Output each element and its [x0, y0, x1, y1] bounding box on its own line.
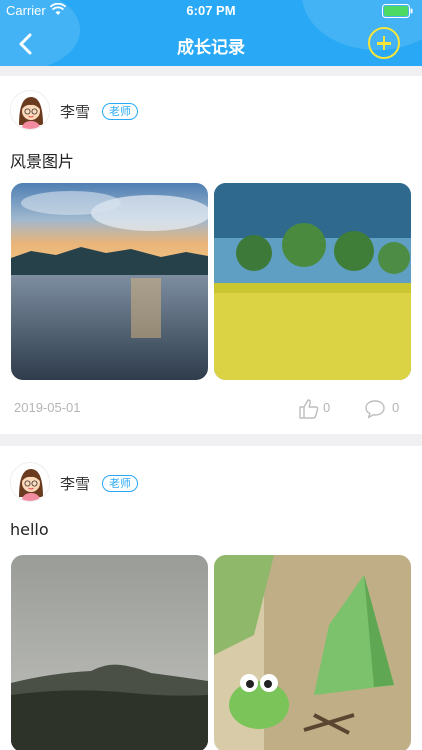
- post-image[interactable]: [11, 555, 208, 750]
- post-image[interactable]: [214, 183, 411, 380]
- avatar[interactable]: [10, 90, 50, 130]
- post-text: 风景图片: [10, 152, 75, 171]
- nav-bar: 成长记录: [0, 22, 422, 66]
- status-time: 6:07 PM: [186, 3, 236, 18]
- foggy-hill-photo: [11, 555, 208, 750]
- cartoon-frog-tent-photo: [214, 555, 411, 750]
- page-title: 成长记录: [177, 38, 245, 58]
- post-image[interactable]: [214, 555, 411, 750]
- avatar[interactable]: [10, 462, 50, 502]
- post-card: 李雪 老师 hello: [0, 446, 422, 750]
- battery-icon: [382, 4, 414, 18]
- like-button[interactable]: [298, 398, 319, 419]
- teacher-avatar-icon: [11, 463, 49, 501]
- author-name: 李雪: [60, 475, 91, 493]
- role-badge: 老师: [102, 475, 138, 492]
- add-record-button[interactable]: [368, 27, 400, 59]
- author-name: 李雪: [60, 103, 91, 121]
- comment-icon: [365, 400, 385, 419]
- post-card: 李雪 老师 风景图片 2019-05-01 0 0: [0, 76, 422, 434]
- post-image[interactable]: [11, 183, 208, 380]
- teacher-avatar-icon: [11, 91, 49, 129]
- rapeseed-field-photo: [214, 183, 411, 380]
- comment-count: 0: [392, 400, 400, 415]
- post-date: 2019-05-01: [14, 400, 81, 415]
- status-bar: Carrier 6:07 PM: [0, 0, 422, 22]
- post-text: hello: [10, 520, 49, 539]
- lake-sunset-photo: [11, 183, 208, 380]
- like-count: 0: [323, 400, 331, 415]
- thumbs-up-icon: [299, 399, 319, 419]
- comment-button[interactable]: [364, 398, 385, 419]
- app-header: Carrier 6:07 PM 成长记录: [0, 0, 422, 66]
- role-badge: 老师: [102, 103, 138, 120]
